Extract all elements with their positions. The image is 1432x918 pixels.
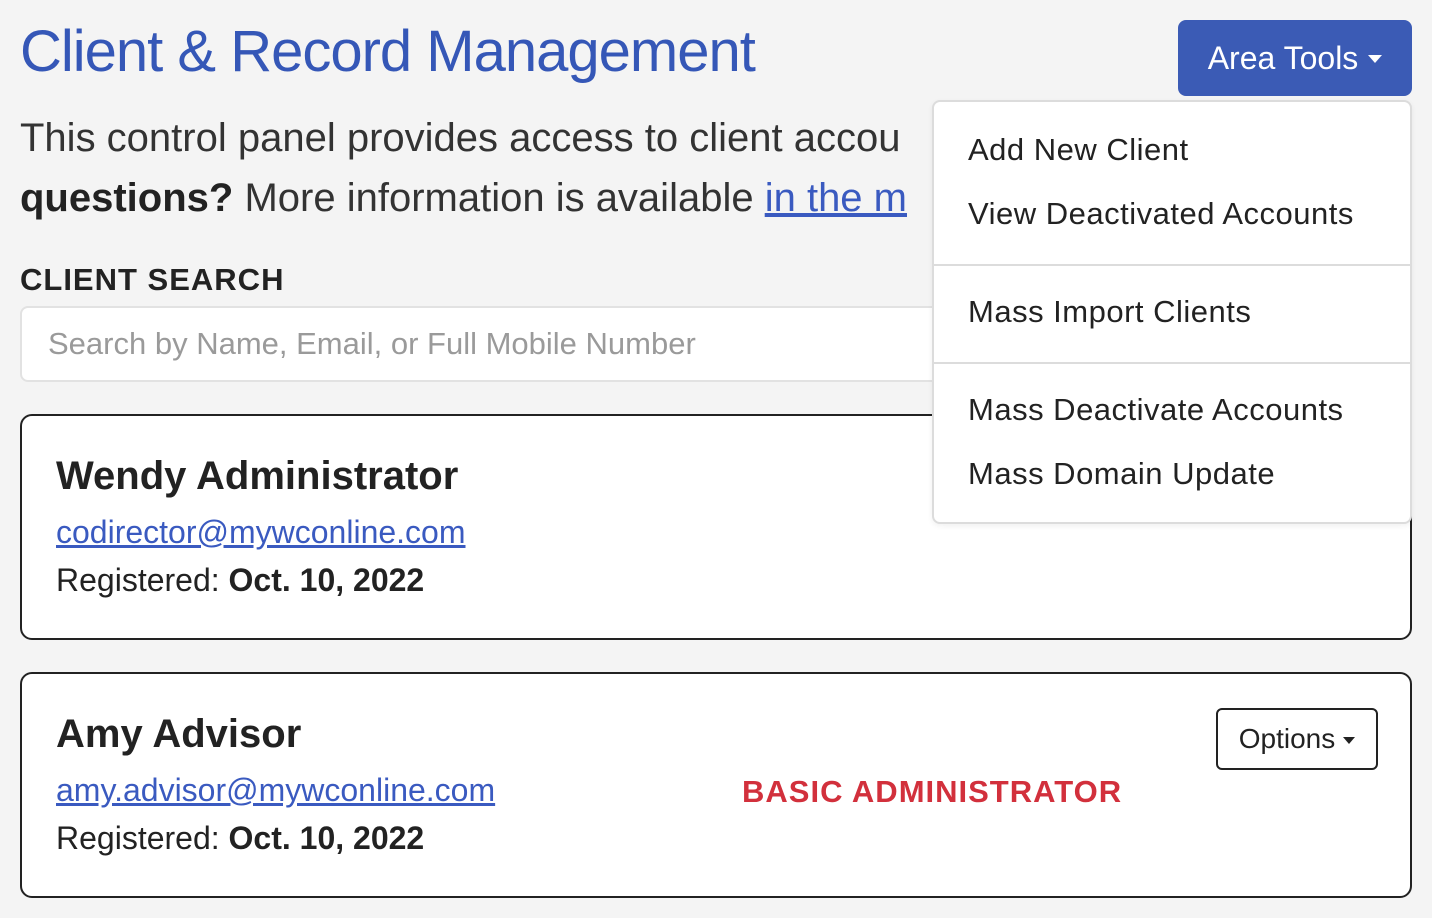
page-title: Client & Record Management [20,19,756,84]
menu-item-mass-domain-update[interactable]: Mass Domain Update [934,442,1410,506]
client-name: Amy Advisor [56,712,302,756]
area-tools-dropdown-menu: Add New Client View Deactivated Accounts… [932,100,1412,524]
intro-line-1: This control panel provides access to cl… [20,116,901,160]
client-search-label: CLIENT SEARCH [20,262,285,297]
client-registered: Registered: Oct. 10, 2022 [56,562,424,599]
intro-more-info: More information is available [233,176,765,220]
client-card-amy: Amy Advisor amy.advisor@mywconline.com R… [20,672,1412,898]
client-record-management-page: Client & Record Management Area Tools Th… [0,0,1432,918]
caret-down-icon [1368,55,1383,63]
intro-text: This control panel provides access to cl… [20,108,932,238]
menu-item-add-new-client[interactable]: Add New Client [934,118,1410,182]
area-tools-button[interactable]: Area Tools [1178,20,1412,96]
menu-divider [934,264,1410,266]
options-label: Options [1238,723,1336,754]
menu-item-view-deactivated-accounts[interactable]: View Deactivated Accounts [934,182,1410,246]
registered-date: Oct. 10, 2022 [228,562,425,598]
client-name: Wendy Administrator [56,454,459,498]
client-registered: Registered: Oct. 10, 2022 [56,820,424,857]
registered-label: Registered: [56,562,229,598]
menu-item-mass-import-clients[interactable]: Mass Import Clients [934,280,1410,344]
area-tools-label: Area Tools [1207,39,1359,76]
registered-label: Registered: [56,820,229,856]
client-email-link[interactable]: amy.advisor@mywconline.com [56,772,495,809]
intro-bold-question: questions? [20,176,234,220]
intro-line-2: questions? More information is available… [20,168,932,228]
caret-down-icon [1343,736,1356,744]
manual-link[interactable]: in the m [765,176,907,220]
menu-divider [934,362,1410,364]
options-button[interactable]: Options [1216,708,1378,770]
menu-item-mass-deactivate-accounts[interactable]: Mass Deactivate Accounts [934,378,1410,442]
registered-date: Oct. 10, 2022 [228,820,425,856]
client-email-link[interactable]: codirector@mywconline.com [56,514,466,551]
role-badge: BASIC ADMINISTRATOR [742,774,1123,809]
